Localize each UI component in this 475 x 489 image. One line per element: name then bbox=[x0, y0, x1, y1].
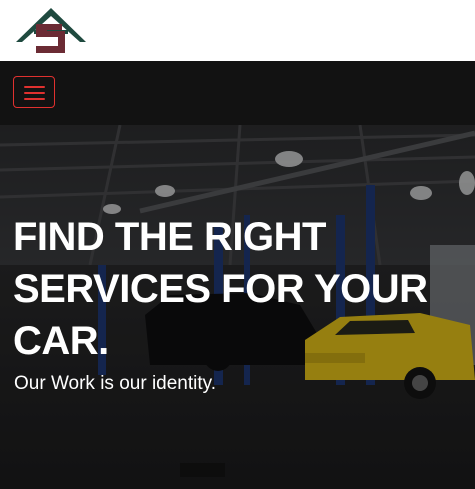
hero-banner: FIND THE RIGHT SERVICES FOR YOUR CAR. Ou… bbox=[0, 125, 475, 489]
main-navbar bbox=[0, 61, 475, 125]
hamburger-line bbox=[24, 98, 45, 100]
house-s-logo-icon bbox=[16, 8, 86, 53]
hero-subtitle: Our Work is our identity. bbox=[14, 373, 217, 394]
menu-toggle-button[interactable] bbox=[13, 76, 55, 108]
hamburger-menu-icon bbox=[24, 86, 45, 88]
site-header bbox=[0, 0, 475, 61]
hero-title: FIND THE RIGHT SERVICES FOR YOUR CAR. bbox=[13, 215, 428, 363]
site-logo[interactable] bbox=[14, 6, 88, 58]
hamburger-line bbox=[24, 92, 45, 94]
